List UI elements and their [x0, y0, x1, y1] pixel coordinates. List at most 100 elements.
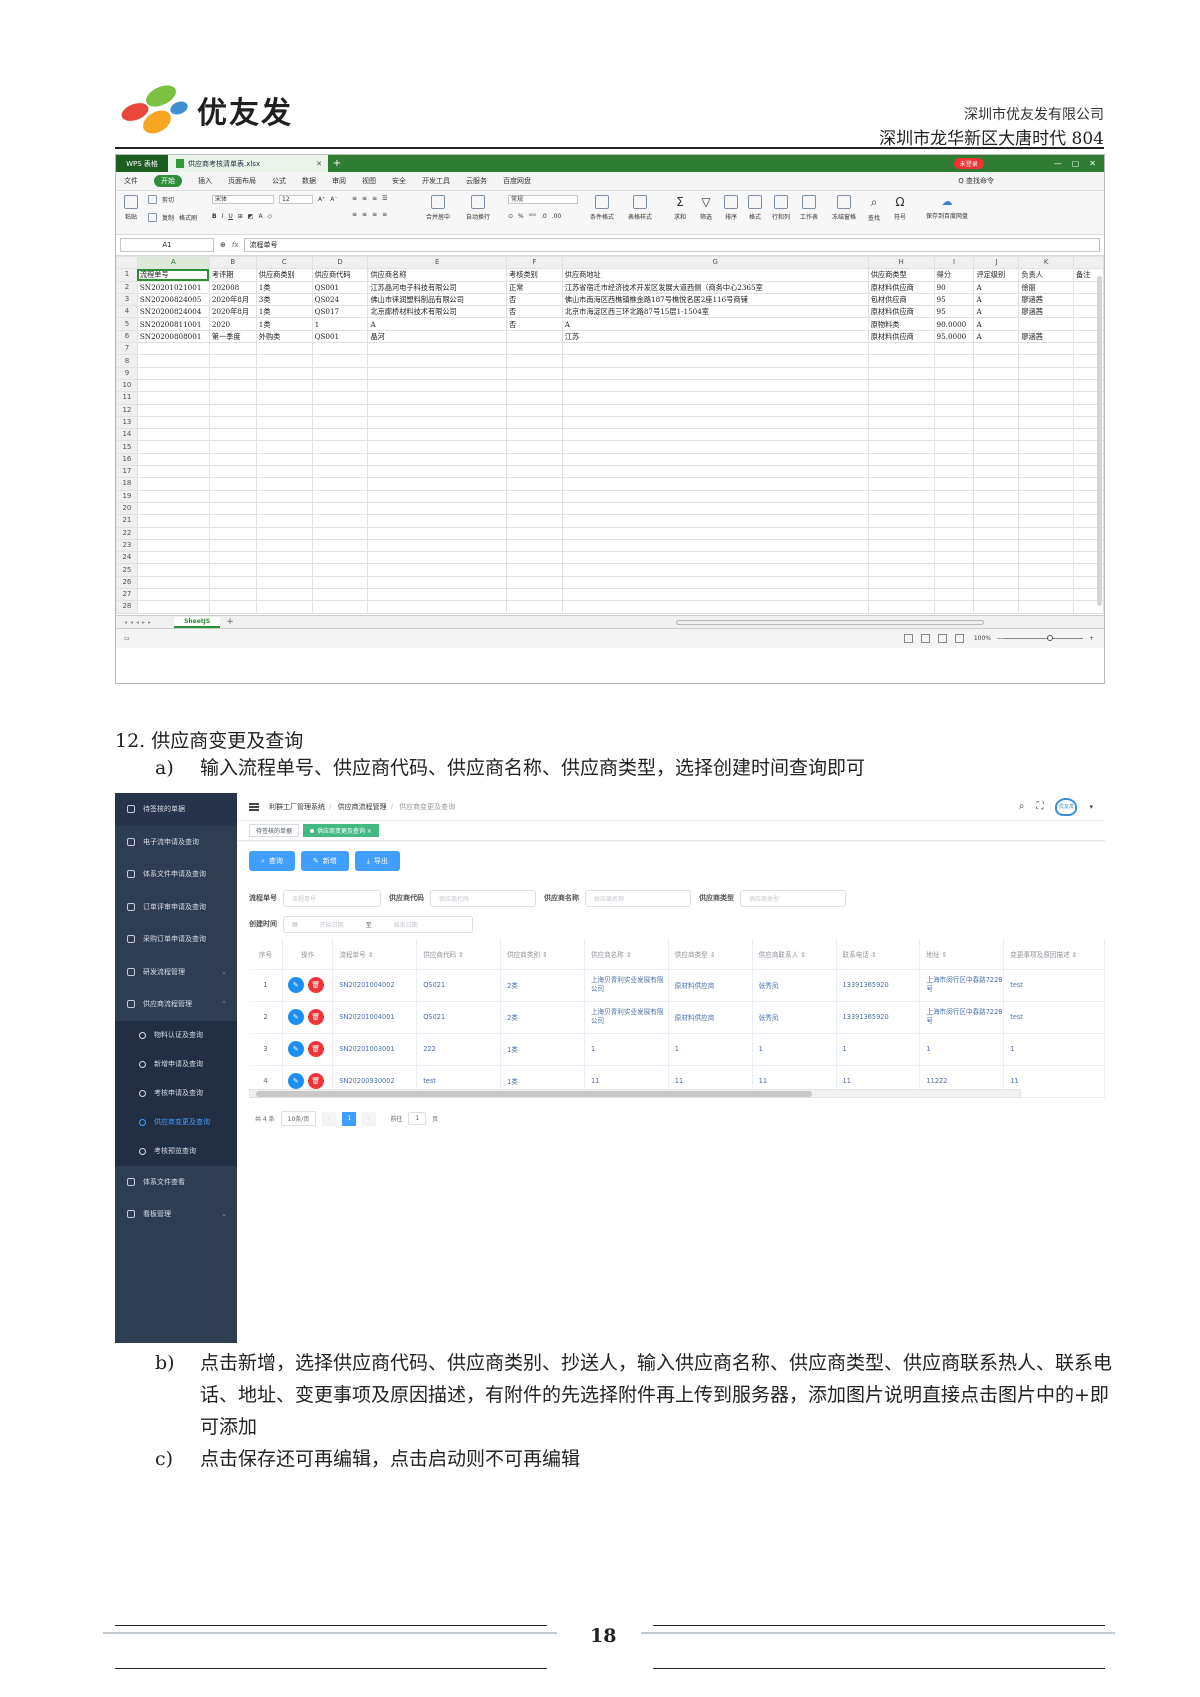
table-header[interactable]: 地址 ⇕ — [919, 939, 1005, 970]
sheet-cell[interactable] — [311, 342, 369, 356]
sheet-cell[interactable] — [561, 575, 869, 590]
sheet-cell[interactable] — [867, 391, 935, 405]
sheet-tab[interactable]: SheetJS — [174, 616, 221, 628]
sheet-cell[interactable]: 晶河 — [367, 329, 508, 344]
close-tab-icon[interactable]: ✕ — [316, 160, 322, 168]
next-page-icon[interactable]: › — [362, 1111, 377, 1126]
sheet-cell[interactable]: 2020年8月 — [208, 305, 257, 319]
sidebar-subitem[interactable]: 考核申请及查询 — [115, 1078, 237, 1108]
sheet-cell[interactable] — [136, 391, 210, 405]
sheet-cell[interactable] — [255, 489, 313, 503]
menu-cloud[interactable]: 云服务 — [466, 176, 487, 186]
maximize-icon[interactable]: ▢ — [1072, 159, 1080, 168]
sheet-cell[interactable] — [255, 563, 313, 577]
sheet-cell[interactable]: 第一季度 — [208, 329, 257, 344]
row-header[interactable]: 1 — [116, 268, 138, 282]
sidebar-item[interactable]: 体系文件申请及查询 — [115, 858, 237, 891]
avatar[interactable]: 优友发 — [1055, 797, 1078, 816]
sheet-cell[interactable] — [506, 378, 563, 393]
sheet-cell[interactable] — [933, 551, 975, 565]
sheet-cell[interactable] — [1018, 563, 1075, 577]
column-header[interactable]: J — [973, 256, 1020, 270]
sidebar-subitem[interactable]: 物料认证及查询 — [115, 1020, 237, 1050]
sheet-cell[interactable] — [255, 391, 313, 405]
sheet-cell[interactable]: 供应商名称 — [367, 268, 508, 282]
sheet-cell[interactable]: QS001 — [311, 280, 369, 294]
sheet-cell[interactable] — [367, 489, 508, 503]
sheet-cell[interactable] — [311, 538, 369, 553]
edit-button[interactable]: ✎ — [287, 1009, 304, 1025]
sheet-cell[interactable]: 廖涵茜 — [1018, 292, 1075, 307]
sheet-cell[interactable]: 正常 — [506, 280, 563, 294]
sheet-cell[interactable] — [561, 366, 869, 380]
sheet-cell[interactable] — [561, 588, 869, 602]
table-header[interactable]: 联系电话 ⇕ — [836, 939, 921, 970]
sheet-cell[interactable] — [867, 477, 935, 491]
sheet-cell[interactable] — [561, 551, 869, 565]
search-icon[interactable]: ⌕ — [1019, 801, 1025, 812]
sheet-cell[interactable] — [561, 415, 869, 430]
sheet-cell[interactable] — [561, 538, 869, 553]
sheet-cell[interactable] — [867, 501, 935, 516]
sheet-cell[interactable] — [1018, 452, 1075, 467]
sheet-cell[interactable] — [367, 538, 508, 553]
sheet-cell[interactable] — [136, 354, 210, 368]
sheet-cell[interactable] — [1018, 415, 1075, 430]
sheet-cell[interactable] — [311, 366, 369, 380]
sheet-cell[interactable]: 2020 — [208, 317, 257, 331]
sheet-cell[interactable] — [255, 366, 313, 380]
sheet-cell[interactable] — [506, 415, 563, 430]
sheet-cell[interactable] — [506, 514, 563, 528]
sheet-cell[interactable] — [1018, 366, 1075, 380]
table-row[interactable]: 3 ✎ 🗑 SN20201003001 222 1类 1 1 1 1 1 1 — [249, 1033, 1105, 1066]
sheet-cell[interactable] — [561, 477, 869, 491]
sheet-cell[interactable] — [367, 354, 508, 368]
sheet-cell[interactable] — [973, 342, 1020, 356]
sheet-cell[interactable]: A — [973, 317, 1020, 331]
fill-color-icon[interactable]: ◩ — [248, 213, 254, 220]
sheet-cell[interactable] — [136, 378, 210, 393]
sheet-cell[interactable] — [136, 600, 210, 614]
sheet-cell[interactable] — [973, 501, 1020, 516]
sheet-cell[interactable] — [255, 551, 313, 565]
page-size-select[interactable]: 10条/页 — [280, 1111, 317, 1126]
symbol-icon[interactable]: Ω — [895, 195, 904, 209]
sheet-cell[interactable] — [208, 342, 257, 356]
menu-developer[interactable]: 开发工具 — [422, 176, 450, 186]
sheet-cell[interactable] — [867, 575, 935, 590]
sheet-cell[interactable] — [933, 526, 975, 540]
table-header[interactable]: 流程单号 ⇕ — [332, 939, 418, 970]
sheet-cell[interactable]: 1 — [311, 317, 369, 331]
sidebar-item[interactable]: 研发流程管理 ⌄ — [115, 956, 237, 989]
align-left-icon[interactable]: ≡ — [352, 211, 357, 218]
sheet-cell[interactable] — [561, 354, 869, 368]
decimal-inc-icon[interactable]: .0 — [541, 213, 547, 220]
sheet-cell[interactable] — [136, 526, 210, 540]
sheet-cell[interactable] — [1018, 588, 1075, 602]
sidebar-subitem[interactable]: 考核预览查询 — [115, 1136, 237, 1166]
delete-button[interactable]: 🗑 — [307, 1009, 324, 1025]
sheet-cell[interactable] — [506, 489, 563, 503]
name-box[interactable]: A1 — [120, 238, 214, 252]
add-sheet-icon[interactable]: + — [226, 617, 234, 627]
indent-icon[interactable]: ☰ — [382, 195, 387, 202]
align-right-icon[interactable]: ≡ — [372, 211, 377, 218]
sheet-cell[interactable] — [208, 440, 257, 454]
breadcrumb-item[interactable]: 供应商流程管理 — [338, 803, 387, 811]
sheet-cell[interactable] — [867, 452, 935, 467]
sheet-cell[interactable] — [136, 489, 210, 503]
sheet-cell[interactable] — [208, 452, 257, 467]
sheet-cell[interactable] — [1018, 403, 1075, 417]
format-icon[interactable] — [748, 195, 762, 209]
sheet-cell[interactable] — [1018, 489, 1075, 503]
sheet-cell[interactable] — [561, 501, 869, 516]
goto-input[interactable]: 1 — [408, 1112, 427, 1125]
sheet-cell[interactable] — [311, 551, 369, 565]
page-break-icon[interactable] — [937, 634, 947, 643]
row-header[interactable]: 12 — [116, 403, 138, 417]
sheet-cell[interactable] — [561, 452, 869, 467]
sheet-cell[interactable] — [933, 538, 975, 553]
sheet-cell[interactable] — [933, 489, 975, 503]
sheet-cell[interactable]: 1类 — [255, 317, 313, 331]
sheet-cell[interactable] — [933, 428, 975, 442]
